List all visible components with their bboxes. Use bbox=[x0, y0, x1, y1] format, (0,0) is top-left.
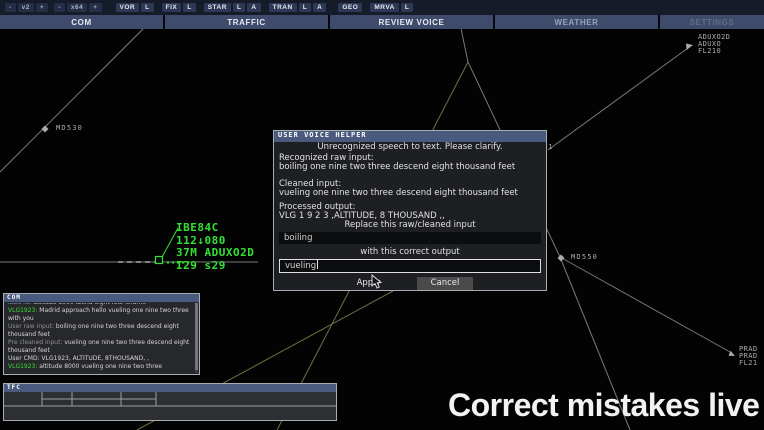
tab-traffic[interactable]: TRAFFIC bbox=[165, 15, 328, 29]
aircraft-datablock[interactable]: IBE84C 112↓080 37M ADUXO2D I29 s29 bbox=[176, 222, 254, 272]
dialog-buttons: Apply Cancel bbox=[279, 277, 541, 290]
correct-instruction: with this correct output bbox=[279, 248, 541, 257]
vor-l-toggle[interactable]: L bbox=[141, 3, 153, 12]
datablock-callsign[interactable]: IBE84C bbox=[176, 222, 254, 235]
mouse-cursor-icon bbox=[371, 274, 385, 290]
tran-button[interactable]: TRAN bbox=[269, 3, 297, 12]
dialog-message: Unrecognized speech to text. Please clar… bbox=[279, 143, 541, 152]
tab-review-voice[interactable]: REVIEW VOICE bbox=[330, 15, 493, 29]
cleaned-input-value: vueling one nine two three descend eight… bbox=[279, 189, 541, 198]
tran-l-toggle[interactable]: L bbox=[299, 3, 311, 12]
overlay-caption: Correct mistakes live bbox=[448, 387, 759, 424]
waypoint-label-md530: MD530 bbox=[56, 124, 83, 132]
aircraft-symbol[interactable] bbox=[156, 257, 163, 264]
aduxo-arrowhead-icon bbox=[686, 44, 693, 51]
scale-decrease-button[interactable]: - bbox=[54, 3, 65, 12]
com-scrollbar-thumb[interactable] bbox=[195, 303, 198, 370]
route-line-to-prad bbox=[560, 257, 730, 352]
com-message-text: altitude 8000 iberia eight four charlie bbox=[32, 303, 146, 306]
replace-instruction: Replace this raw/cleaned input bbox=[279, 221, 541, 230]
md530-diamond-icon bbox=[42, 126, 49, 133]
tab-settings[interactable]: SETTINGS bbox=[660, 15, 764, 29]
tfc-panel-title-bar[interactable]: TFC bbox=[4, 384, 336, 392]
com-scrollbar[interactable] bbox=[195, 303, 198, 373]
replace-input-field[interactable]: boiling bbox=[279, 232, 541, 244]
geo-button[interactable]: GEO bbox=[338, 3, 362, 12]
com-message: VLG1923: Madrid approach hello vueling o… bbox=[8, 307, 190, 323]
com-message-text: VLG1923, ALTITUDE, 8THOUSAND, , bbox=[40, 355, 149, 362]
star-l-toggle[interactable]: L bbox=[233, 3, 245, 12]
tfc-panel: TFC bbox=[3, 383, 337, 421]
waypoint-label-aduxo: ADUXO2D ADUXO FL210 bbox=[698, 34, 730, 55]
version-increase-button[interactable]: + bbox=[36, 3, 48, 12]
fix-button[interactable]: FIX bbox=[162, 3, 182, 12]
prad-line3: FL21 bbox=[739, 360, 757, 367]
correct-output-text: vueling bbox=[285, 261, 316, 271]
mrva-button[interactable]: MRVA bbox=[370, 3, 399, 12]
version-label-button[interactable]: v2 bbox=[18, 3, 34, 12]
com-message-sender: Pre cleaned input: bbox=[8, 339, 62, 346]
datablock-type-fix: 37M ADUXO2D bbox=[176, 247, 254, 260]
tran-a-toggle[interactable]: A bbox=[313, 3, 326, 12]
raw-input-value: boiling one nine two three descend eight… bbox=[279, 163, 541, 172]
md550-diamond-icon bbox=[558, 255, 565, 262]
star-a-toggle[interactable]: A bbox=[247, 3, 260, 12]
tab-bar: COM TRAFFIC REVIEW VOICE WEATHER SETTING… bbox=[0, 15, 764, 29]
user-voice-helper-dialog: USER VOICE HELPER Unrecognized speech to… bbox=[273, 130, 547, 291]
com-message-sender: VLG1923: bbox=[8, 307, 37, 314]
com-panel-title-bar[interactable]: COM bbox=[4, 294, 199, 302]
com-transcript: IBE84C: altitude 8000 iberia eight four … bbox=[5, 303, 193, 373]
com-message-sender: User raw input: bbox=[8, 323, 54, 330]
vor-button[interactable]: VOR bbox=[116, 3, 140, 12]
com-message: User raw input: boiling one nine two thr… bbox=[8, 323, 190, 339]
tab-com[interactable]: COM bbox=[0, 15, 163, 29]
route-line-to-aduxo bbox=[548, 48, 688, 150]
com-message: VLG1923: altitude 8000 vueling one nine … bbox=[8, 363, 190, 371]
datablock-speed: I29 s29 bbox=[176, 260, 254, 273]
waypoint-label-md550: MD550 bbox=[571, 253, 598, 261]
com-message-sender: IBE84C: bbox=[8, 303, 32, 306]
com-message-text: altitude 8000 vueling one nine two three bbox=[37, 363, 162, 370]
tfc-table-grid bbox=[4, 392, 336, 420]
com-message-sender: User CMD: bbox=[8, 355, 40, 362]
tab-weather[interactable]: WEATHER bbox=[495, 15, 658, 29]
mrva-l-toggle[interactable]: L bbox=[401, 3, 413, 12]
atc-radar-app: MD530 MD550 ADUXO2D ADUXO FL210 PRAD PRA… bbox=[0, 0, 764, 430]
top-toolbar: - v2 + - x64 + VOR L FIX L STAR L A TRAN… bbox=[0, 0, 764, 15]
star-button[interactable]: STAR bbox=[204, 3, 231, 12]
scale-label-button[interactable]: x64 bbox=[67, 3, 87, 12]
com-panel: COM IBE84C: altitude 8000 iberia eight f… bbox=[3, 293, 200, 375]
waypoint-label-prad: PRAD PRAD FL21 bbox=[739, 346, 757, 367]
dialog-body: Unrecognized speech to text. Please clar… bbox=[274, 142, 546, 291]
scale-increase-button[interactable]: + bbox=[89, 3, 101, 12]
dialog-title-bar[interactable]: USER VOICE HELPER bbox=[274, 131, 546, 142]
com-message: Pre cleaned input: vueling one nine two … bbox=[8, 339, 190, 355]
version-decrease-button[interactable]: - bbox=[5, 3, 16, 12]
aduxo-line3: FL210 bbox=[698, 48, 730, 55]
com-message-sender: VLG1923: bbox=[8, 363, 37, 370]
cancel-button[interactable]: Cancel bbox=[417, 277, 474, 290]
fix-l-toggle[interactable]: L bbox=[183, 3, 195, 12]
com-message: User CMD: VLG1923, ALTITUDE, 8THOUSAND, … bbox=[8, 355, 190, 363]
text-caret bbox=[317, 260, 318, 269]
correct-output-field[interactable]: vueling bbox=[279, 259, 541, 273]
